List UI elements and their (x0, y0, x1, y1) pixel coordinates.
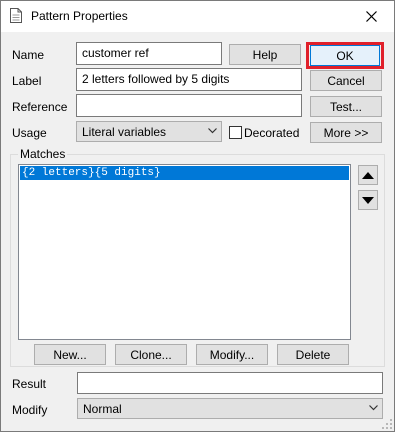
list-item[interactable]: {2 letters}{5 digits} (20, 166, 349, 180)
clone-button[interactable]: Clone... (115, 344, 187, 365)
result-field[interactable] (77, 372, 383, 394)
usage-label: Usage (12, 126, 47, 140)
reference-label: Reference (12, 100, 68, 114)
modify-select[interactable]: Normal (77, 398, 383, 419)
name-label: Name (12, 48, 45, 62)
move-up-button[interactable] (358, 165, 378, 185)
delete-button[interactable]: Delete (277, 344, 349, 365)
close-button[interactable] (348, 1, 394, 32)
modify-label: Modify (12, 403, 48, 417)
pattern-properties-dialog: Pattern Properties Name customer ref Hel… (0, 0, 395, 432)
more-button[interactable]: More >> (310, 122, 382, 143)
cancel-button[interactable]: Cancel (310, 70, 382, 91)
result-label: Result (12, 377, 47, 391)
new-button[interactable]: New... (34, 344, 106, 365)
reference-field[interactable] (76, 94, 302, 117)
usage-value: Literal variables (82, 125, 167, 139)
chevron-down-icon (208, 128, 217, 134)
triangle-up-icon (362, 171, 374, 179)
move-down-button[interactable] (358, 190, 378, 210)
document-icon (10, 8, 22, 23)
modify-pattern-button[interactable]: Modify... (196, 344, 268, 365)
label-field[interactable]: 2 letters followed by 5 digits (76, 68, 302, 91)
window-title: Pattern Properties (31, 9, 128, 23)
usage-select[interactable]: Literal variables (76, 121, 222, 142)
matches-list[interactable]: {2 letters}{5 digits} (18, 164, 351, 340)
title-bar: Pattern Properties (1, 1, 394, 32)
chevron-down-icon (369, 405, 378, 411)
modify-value: Normal (83, 402, 122, 416)
matches-group-label: Matches (18, 147, 68, 161)
test-button[interactable]: Test... (310, 96, 382, 117)
triangle-down-icon (362, 196, 374, 204)
name-field[interactable]: customer ref (76, 42, 222, 65)
label-label: Label (12, 74, 42, 88)
decorated-checkbox[interactable] (229, 126, 242, 139)
resize-grip-icon[interactable] (382, 419, 392, 429)
ok-button[interactable]: OK (310, 45, 380, 66)
help-button[interactable]: Help (229, 44, 301, 65)
close-icon (365, 11, 377, 22)
decorated-label: Decorated (244, 126, 300, 140)
